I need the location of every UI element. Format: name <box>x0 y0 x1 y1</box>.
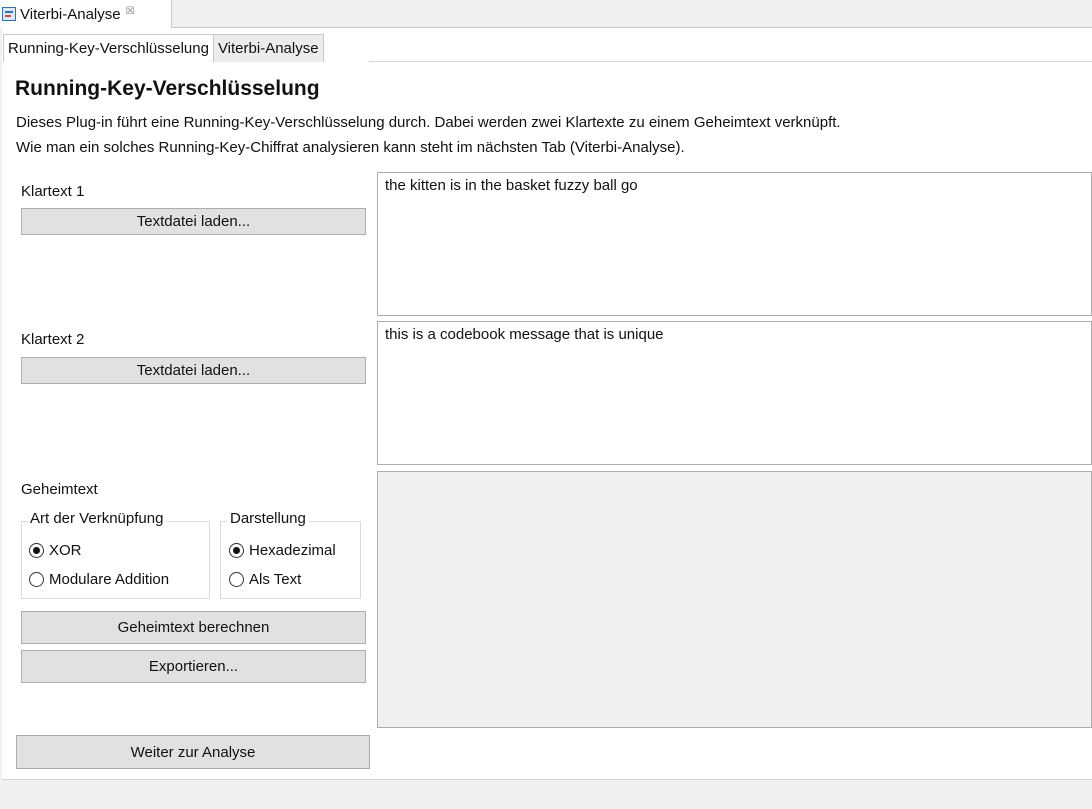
plaintext2-textarea[interactable]: this is a codebook message that is uniqu… <box>377 321 1092 465</box>
ciphertext-label: Geheimtext <box>21 481 98 498</box>
radio-hexadecimal-label: Hexadezimal <box>249 542 336 559</box>
radio-hexadecimal[interactable]: Hexadezimal <box>229 542 336 559</box>
radio-as-text[interactable]: Als Text <box>229 571 301 588</box>
plugin-icon <box>2 7 16 21</box>
radio-as-text-label: Als Text <box>249 571 302 588</box>
panel-border <box>2 779 1092 780</box>
radio-xor[interactable]: XOR <box>29 542 82 559</box>
plaintext1-textarea[interactable]: the kitten is in the basket fuzzy ball g… <box>377 172 1092 316</box>
radio-modular-addition[interactable]: Modulare Addition <box>29 571 169 588</box>
export-button[interactable]: Exportieren... <box>21 650 366 683</box>
tab-underline <box>369 61 1092 62</box>
compute-ciphertext-button[interactable]: Geheimtext berechnen <box>21 611 366 644</box>
view-tab-bar: Viterbi-Analyse ☒ <box>0 0 1092 28</box>
continue-to-analysis-button[interactable]: Weiter zur Analyse <box>16 735 370 769</box>
plaintext2-load-button[interactable]: Textdatei laden... <box>21 357 366 384</box>
view-tab-viterbi-analyse[interactable]: Viterbi-Analyse ☒ <box>0 0 172 28</box>
combination-group: Art der Verknüpfung XOR Modulare Additio… <box>21 510 210 599</box>
tab-running-key[interactable]: Running-Key-Verschlüsselung <box>3 34 214 62</box>
description-line-2: Wie man ein solches Running-Key-Chiffrat… <box>16 139 685 156</box>
close-icon[interactable]: ☒ <box>126 6 135 17</box>
view-tab-title: Viterbi-Analyse <box>20 5 121 23</box>
tab-viterbi-analyse[interactable]: Viterbi-Analyse <box>212 34 324 62</box>
radio-xor-label: XOR <box>49 542 82 559</box>
radio-xor-indicator[interactable] <box>29 543 44 558</box>
radio-as-text-indicator[interactable] <box>229 572 244 587</box>
plaintext2-label: Klartext 2 <box>21 331 85 348</box>
ciphertext-textarea[interactable] <box>377 471 1092 728</box>
radio-modular-addition-indicator[interactable] <box>29 572 44 587</box>
display-group-legend: Darstellung <box>227 510 309 527</box>
plaintext1-load-button[interactable]: Textdatei laden... <box>21 208 366 235</box>
combination-group-legend: Art der Verknüpfung <box>27 510 167 527</box>
description-line-1: Dieses Plug-in führt eine Running-Key-Ve… <box>16 114 841 131</box>
radio-modular-addition-label: Modulare Addition <box>49 571 170 588</box>
display-group: Darstellung Hexadezimal Als Text <box>220 510 361 599</box>
page-title: Running-Key-Verschlüsselung <box>15 77 320 100</box>
plaintext1-label: Klartext 1 <box>21 183 85 200</box>
inner-tab-row: Running-Key-Verschlüsselung Viterbi-Anal… <box>3 34 324 62</box>
radio-hexadecimal-indicator[interactable] <box>229 543 244 558</box>
